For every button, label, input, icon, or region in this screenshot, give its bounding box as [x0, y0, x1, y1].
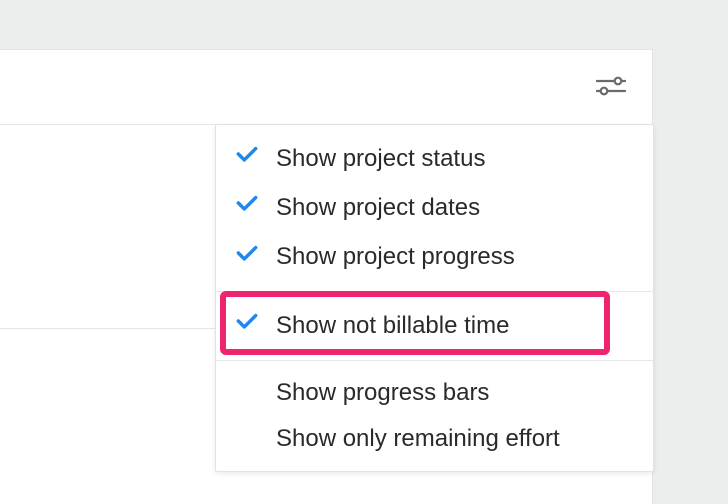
menu-item-show-not-billable-time[interactable]: Show not billable time [216, 301, 653, 350]
check-icon [234, 190, 260, 225]
check-icon [234, 141, 260, 176]
menu-item-show-project-status[interactable]: Show project status [216, 134, 653, 183]
display-settings-button[interactable] [591, 73, 631, 103]
menu-group: Show progress bars Show only remaining e… [216, 361, 653, 472]
menu-item-label: Show progress bars [276, 377, 633, 409]
menu-item-show-project-dates[interactable]: Show project dates [216, 183, 653, 232]
check-icon [234, 308, 260, 343]
menu-item-show-progress-bars[interactable]: Show progress bars [216, 370, 653, 416]
menu-item-label: Show project status [276, 143, 633, 175]
menu-item-show-project-progress[interactable]: Show project progress [216, 233, 653, 282]
menu-item-label: Show project dates [276, 192, 633, 224]
menu-group: Show project status Show project dates S… [216, 125, 653, 291]
menu-item-label: Show only remaining effort [276, 423, 633, 455]
menu-item-label: Show project progress [276, 241, 633, 273]
menu-item-label: Show not billable time [276, 310, 633, 342]
check-icon [234, 240, 260, 275]
display-options-menu: Show project status Show project dates S… [215, 124, 654, 472]
sliders-icon [596, 76, 626, 101]
menu-item-show-only-remaining-effort[interactable]: Show only remaining effort [216, 416, 653, 462]
menu-group: Show not billable time [216, 292, 653, 359]
